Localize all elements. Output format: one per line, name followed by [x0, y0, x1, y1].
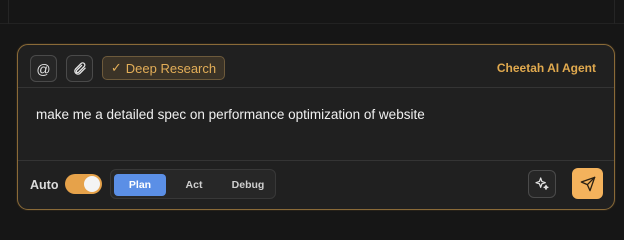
- background-panel-divider: [0, 0, 624, 24]
- sparkle-icon: [535, 177, 549, 190]
- chat-composer: @ ✓ Deep Research Cheetah AI Agent make …: [17, 44, 615, 210]
- deep-research-toggle[interactable]: ✓ Deep Research: [102, 56, 225, 80]
- send-icon: [580, 176, 595, 191]
- auto-toggle[interactable]: [65, 174, 102, 194]
- mode-plan[interactable]: Plan: [114, 174, 166, 196]
- page: @ ✓ Deep Research Cheetah AI Agent make …: [0, 0, 624, 217]
- at-icon: @: [36, 60, 51, 77]
- mode-selector: Plan Act Debug: [110, 169, 276, 199]
- background-left-edge: [8, 0, 9, 24]
- composer-toolbar: @ ✓ Deep Research Cheetah AI Agent: [18, 45, 614, 88]
- composer-divider: [18, 160, 614, 161]
- check-icon: ✓: [110, 60, 122, 75]
- send-button[interactable]: [572, 168, 603, 199]
- agent-name: Cheetah AI Agent: [496, 61, 596, 75]
- prompt-input[interactable]: make me a detailed spec on performance o…: [36, 107, 425, 122]
- attach-button[interactable]: [66, 55, 93, 82]
- deep-research-label: Deep Research: [125, 60, 217, 76]
- mention-button[interactable]: @: [30, 55, 57, 82]
- mode-debug[interactable]: Debug: [222, 174, 274, 196]
- background-right-edge: [614, 0, 615, 24]
- toggle-knob: [84, 176, 100, 192]
- auto-label: Auto: [30, 178, 59, 192]
- mode-act[interactable]: Act: [168, 174, 220, 196]
- paperclip-icon: [74, 62, 86, 75]
- enhance-prompt-button[interactable]: [528, 170, 556, 198]
